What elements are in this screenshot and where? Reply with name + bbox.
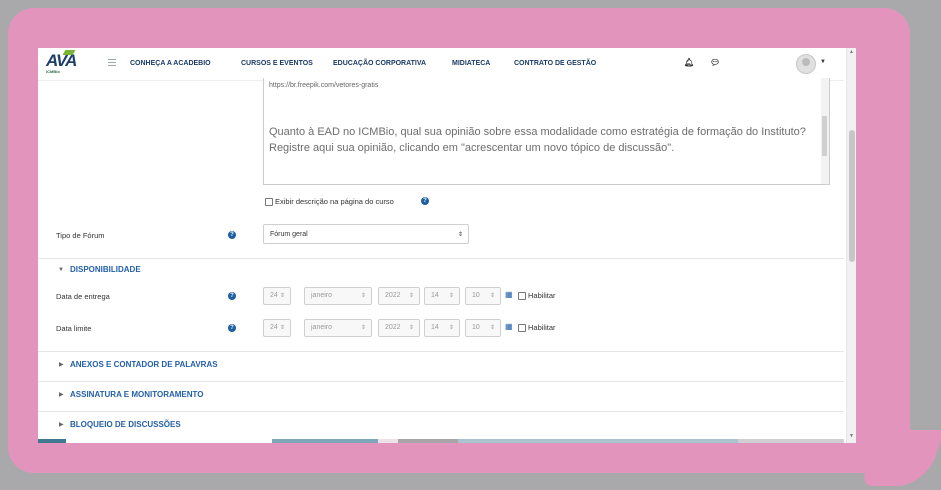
due-enable-label: Habilitar — [528, 291, 556, 300]
due-day-select[interactable]: 24 ⇕ — [263, 287, 291, 305]
due-date-label: Data de entrega — [56, 292, 110, 301]
select-arrow-icon: ⇕ — [457, 232, 463, 238]
calendar-icon[interactable]: ▦ — [505, 290, 513, 299]
top-navbar: AVA ICMBio CONHEÇA A ACADEBIO CURSOS E E… — [38, 48, 844, 81]
bell-icon[interactable]: 🔔︎ — [684, 58, 694, 67]
section-bloqueio[interactable]: BLOQUEIO DE DISCUSSÕES — [70, 420, 181, 429]
section-divider — [38, 351, 844, 352]
show-description-label: Exibir descrição na página do curso — [275, 197, 394, 206]
cutoff-year-select[interactable]: 2022 ⇕ — [378, 319, 420, 337]
ava-logo[interactable]: AVA ICMBio — [46, 50, 94, 76]
cutoff-date-label: Data limite — [56, 324, 92, 333]
show-description-checkbox[interactable] — [265, 198, 273, 206]
section-divider — [38, 411, 844, 412]
scroll-down-icon[interactable]: ▼ — [849, 433, 854, 439]
section-divider — [38, 381, 844, 382]
help-icon[interactable]: ? — [228, 292, 236, 300]
nav-item-contrato[interactable]: CONTRATO DE GESTÃO — [514, 60, 596, 67]
scroll-thumb[interactable] — [849, 130, 855, 262]
nav-item-educacao[interactable]: EDUCAÇÃO CORPORATIVA — [333, 60, 426, 67]
section-disponibilidade[interactable]: DISPONIBILIDADE — [70, 265, 141, 274]
nav-item-cursos[interactable]: CURSOS E EVENTOS — [241, 60, 313, 67]
forum-type-value: Fórum geral — [270, 231, 308, 238]
cutoff-day-select[interactable]: 24 ⇕ — [263, 319, 291, 337]
nav-item-midiateca[interactable]: MIDIATECA — [452, 60, 490, 67]
due-year-select[interactable]: 2022 ⇕ — [378, 287, 420, 305]
help-icon[interactable]: ? — [421, 197, 429, 205]
browser-window: AVA ICMBio CONHEÇA A ACADEBIO CURSOS E E… — [38, 48, 856, 443]
cutoff-minute-select[interactable]: 10 ⇕ — [465, 319, 501, 337]
expand-arrow-icon[interactable]: ▶ — [59, 391, 64, 398]
forum-type-select[interactable]: Fórum geral ⇕ — [263, 224, 469, 244]
scroll-up-icon[interactable]: ▲ — [849, 49, 854, 55]
cutoff-month-select[interactable]: janeiro ⇕ — [304, 319, 372, 337]
page-scrollbar[interactable]: ▲ ▼ — [846, 48, 856, 443]
description-editor[interactable]: https://br.freepik.com/vetores-gratis Qu… — [263, 78, 830, 185]
expand-arrow-icon[interactable]: ▶ — [59, 421, 64, 428]
collapse-arrow-icon[interactable]: ▼ — [58, 267, 64, 273]
nav-item-acadebio[interactable]: CONHEÇA A ACADEBIO — [130, 60, 211, 67]
help-icon[interactable]: ? — [228, 231, 236, 239]
chat-icon[interactable]: 💬︎ — [710, 58, 720, 67]
section-assinatura[interactable]: ASSINATURA E MONITORAMENTO — [70, 390, 203, 399]
editor-scrollbar[interactable] — [821, 78, 829, 184]
section-anexos[interactable]: ANEXOS E CONTADOR DE PALAVRAS — [70, 360, 218, 369]
taskbar-strip — [38, 439, 844, 443]
due-enable-checkbox[interactable] — [518, 292, 526, 300]
due-minute-select[interactable]: 10 ⇕ — [465, 287, 501, 305]
menu-icon[interactable] — [108, 57, 116, 68]
user-menu-caret-icon[interactable]: ▼ — [820, 59, 826, 65]
cutoff-enable-checkbox[interactable] — [518, 324, 526, 332]
due-hour-select[interactable]: 14 ⇕ — [424, 287, 460, 305]
cutoff-hour-select[interactable]: 14 ⇕ — [424, 319, 460, 337]
section-divider — [38, 258, 844, 259]
user-avatar[interactable] — [796, 54, 816, 74]
expand-arrow-icon[interactable]: ▶ — [59, 361, 64, 368]
calendar-icon[interactable]: ▦ — [505, 322, 513, 331]
cutoff-enable-label: Habilitar — [528, 323, 556, 332]
editor-url-text: https://br.freepik.com/vetores-gratis — [269, 82, 379, 89]
help-icon[interactable]: ? — [228, 324, 236, 332]
forum-type-label: Tipo de Fórum — [56, 231, 105, 240]
editor-question-text: Quanto à EAD no ICMBio, qual sua opinião… — [269, 126, 806, 154]
due-month-select[interactable]: janeiro ⇕ — [304, 287, 372, 305]
